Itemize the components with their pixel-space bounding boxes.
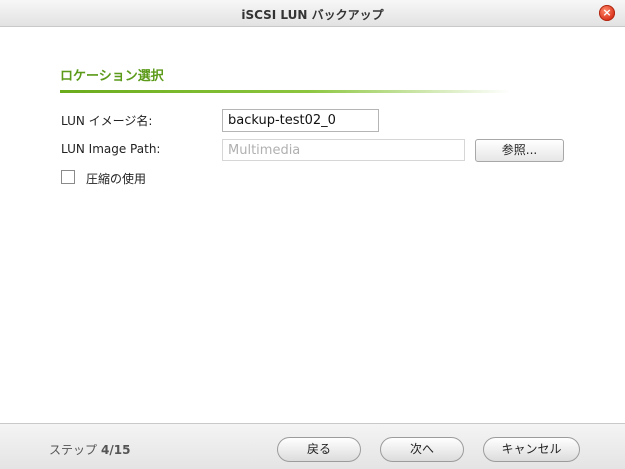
lun-image-path-label: LUN Image Path: bbox=[61, 142, 161, 156]
step-indicator: ステップ 4/15 bbox=[49, 441, 130, 458]
back-button[interactable]: 戻る bbox=[277, 437, 361, 462]
backup-wizard-window: iSCSI LUN バックアップ × ロケーション選択 LUN イメージ名: L… bbox=[0, 0, 625, 469]
window-title: iSCSI LUN バックアップ bbox=[241, 8, 384, 22]
step-label: ステップ bbox=[49, 443, 98, 457]
lun-image-path-input[interactable] bbox=[222, 139, 465, 161]
section-divider bbox=[60, 90, 510, 93]
wizard-footer: ステップ 4/15 戻る 次へ キャンセル bbox=[0, 423, 625, 469]
lun-image-name-input[interactable] bbox=[222, 109, 379, 132]
step-count: 4/15 bbox=[101, 443, 131, 457]
lun-image-name-label: LUN イメージ名: bbox=[61, 114, 153, 128]
next-button[interactable]: 次へ bbox=[380, 437, 464, 462]
cancel-button[interactable]: キャンセル bbox=[483, 437, 580, 462]
close-icon[interactable]: × bbox=[599, 5, 615, 21]
section-title: ロケーション選択 bbox=[60, 69, 164, 84]
browse-button[interactable]: 参照... bbox=[475, 139, 564, 162]
compress-checkbox[interactable] bbox=[61, 170, 75, 184]
compress-label: 圧縮の使用 bbox=[86, 172, 147, 186]
title-bar: iSCSI LUN バックアップ × bbox=[0, 0, 625, 27]
